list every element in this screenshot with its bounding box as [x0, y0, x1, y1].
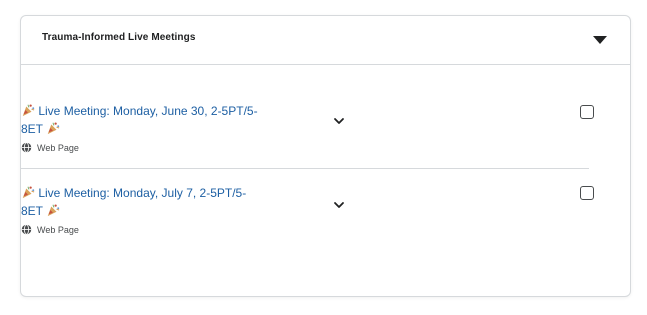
- party-popper-icon: [22, 186, 35, 199]
- item-link[interactable]: Live Meeting: Monday, June 30, 2-5PT/5-8…: [21, 102, 261, 138]
- globe-icon: [21, 224, 32, 235]
- list-item: Live Meeting: Monday, June 30, 2-5PT/5-8…: [21, 102, 594, 169]
- party-popper-icon: [22, 104, 35, 117]
- globe-icon: [21, 142, 32, 153]
- party-popper-icon: [47, 122, 60, 135]
- item-meta: Web Page: [21, 142, 589, 153]
- list-item: Live Meeting: Monday, July 7, 2-5PT/5-8E…: [21, 184, 594, 254]
- item-meta: Web Page: [21, 224, 589, 235]
- party-popper-icon: [47, 204, 60, 217]
- completion-checkbox[interactable]: [580, 186, 594, 200]
- caret-down-icon[interactable]: [588, 30, 612, 50]
- module-title: Trauma-Informed Live Meetings: [42, 32, 196, 43]
- chevron-down-icon[interactable]: [332, 198, 346, 212]
- item-link[interactable]: Live Meeting: Monday, July 7, 2-5PT/5-8E…: [21, 184, 261, 220]
- item-type: Web Page: [37, 224, 79, 235]
- completion-checkbox[interactable]: [580, 105, 594, 119]
- item-type: Web Page: [37, 142, 79, 153]
- chevron-down-icon[interactable]: [332, 114, 346, 128]
- module-header[interactable]: Trauma-Informed Live Meetings: [21, 16, 630, 65]
